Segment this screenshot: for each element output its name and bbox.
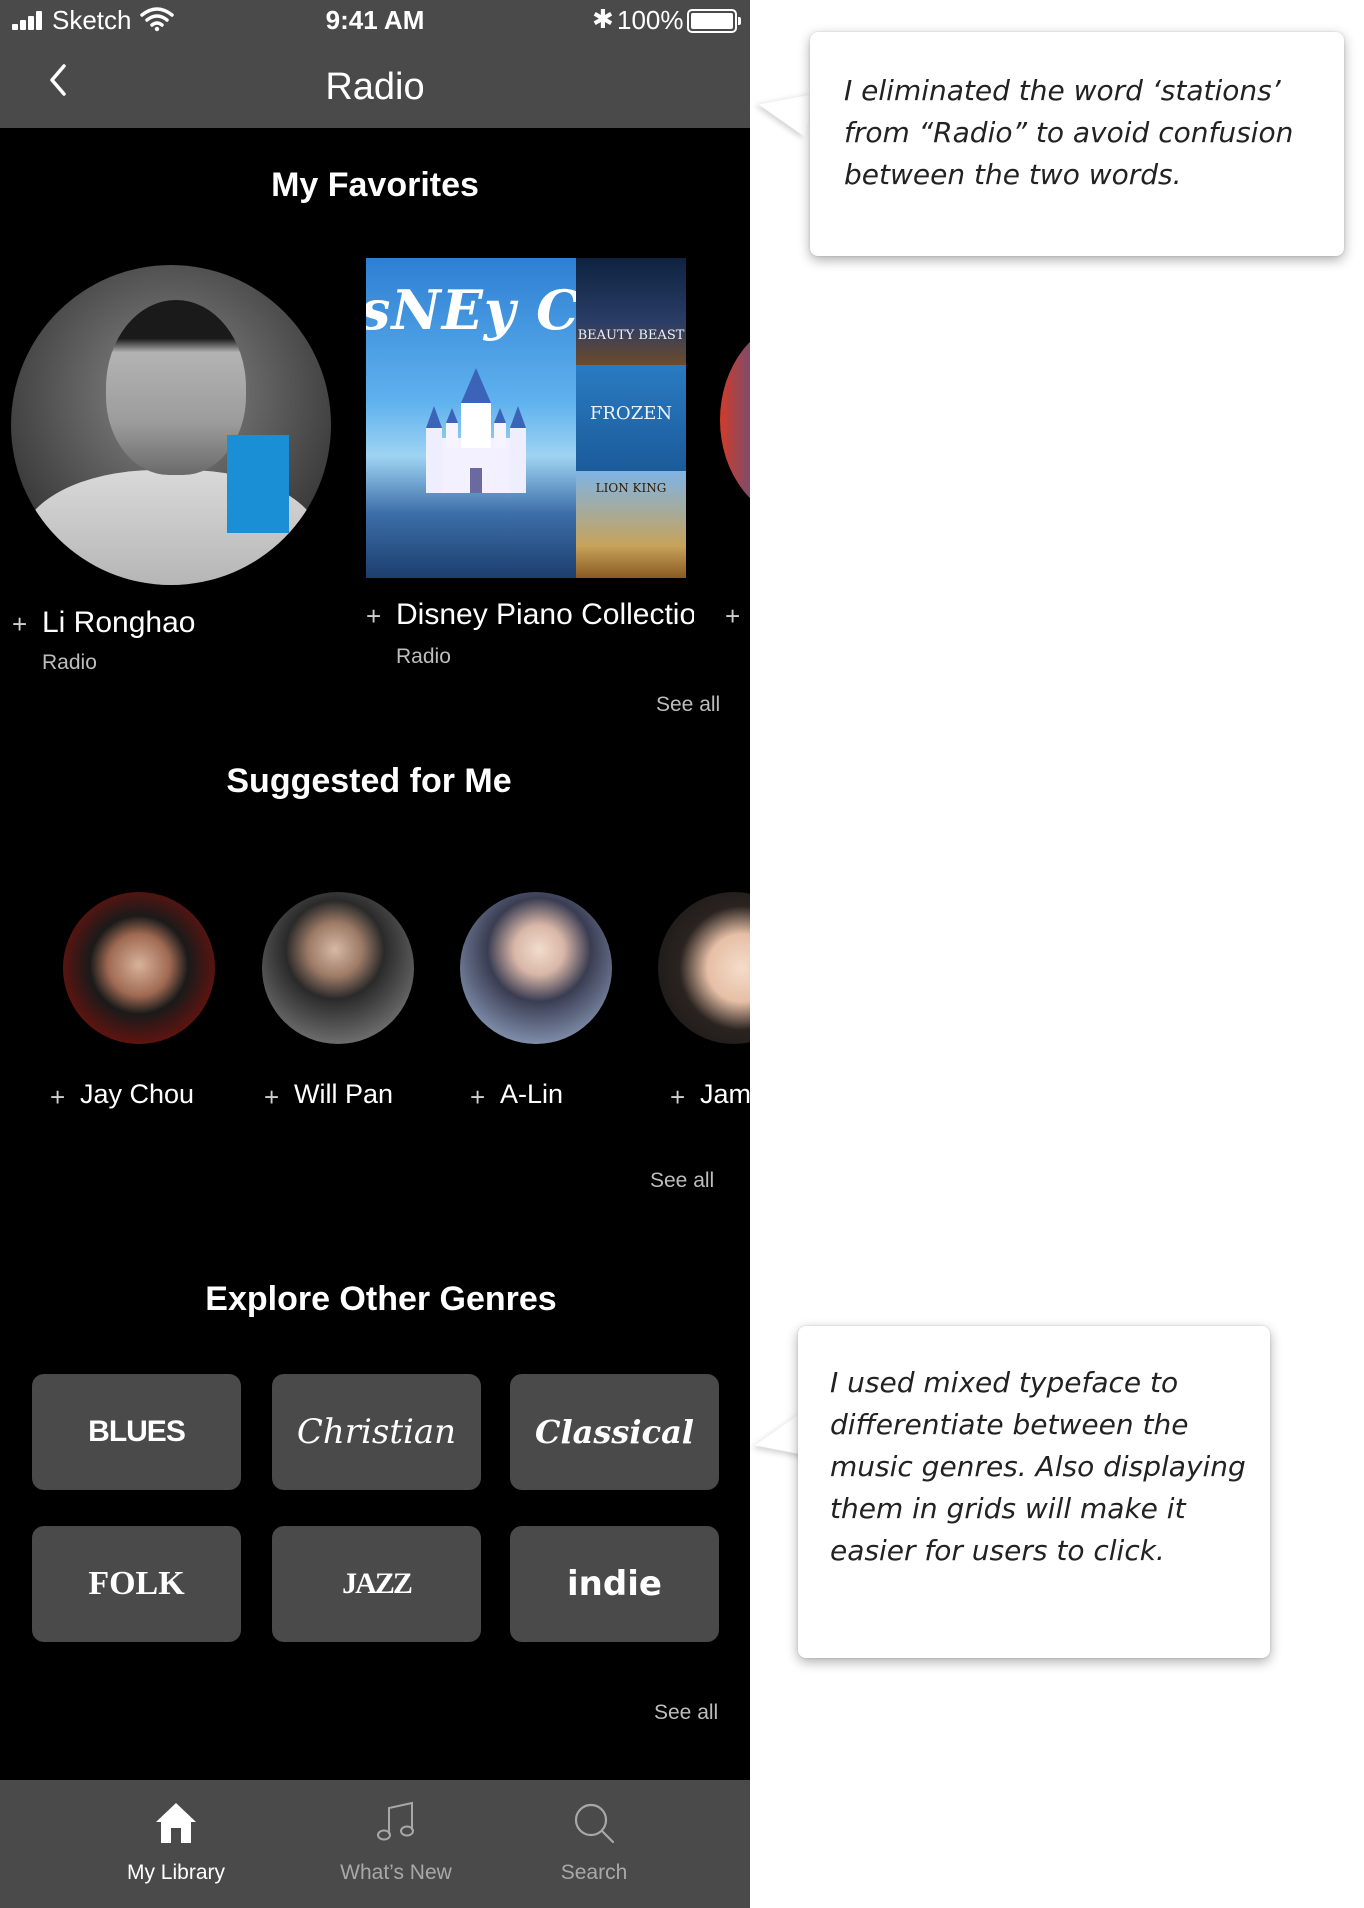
a-lin-avatar[interactable] bbox=[460, 892, 612, 1044]
page-title: Radio bbox=[325, 66, 425, 108]
suggested-see-all[interactable]: See all bbox=[650, 1169, 714, 1193]
search-icon bbox=[574, 1803, 615, 1844]
annotation-genres: I used mixed typeface to differentiate b… bbox=[798, 1326, 1270, 1658]
frozen-poster: FROZEN bbox=[576, 365, 686, 471]
artist-name[interactable]: Will Pan bbox=[294, 1079, 393, 1110]
favorite-name-clip: Disney Piano Collection bbox=[396, 598, 694, 638]
artist-name[interactable]: A-Lin bbox=[500, 1079, 563, 1110]
will-pan-avatar[interactable] bbox=[262, 892, 414, 1044]
disney-playlist-artwork[interactable]: sNEy CoLLE BEAUTY BEAST FROZEN bbox=[366, 258, 686, 578]
jay-chou-avatar[interactable] bbox=[63, 892, 215, 1044]
tab-label: What’s New bbox=[340, 1861, 452, 1884]
jam-avatar[interactable] bbox=[658, 892, 750, 1044]
add-icon[interactable]: + bbox=[670, 1082, 685, 1113]
genre-christian[interactable]: Christian bbox=[272, 1374, 481, 1490]
genre-jazz[interactable]: JAZZ bbox=[272, 1526, 481, 1642]
suggested-title: Suggested for Me bbox=[226, 762, 512, 800]
genres-title: Explore Other Genres bbox=[205, 1280, 557, 1318]
artist-name[interactable]: Jam bbox=[700, 1079, 750, 1110]
favorites-see-all[interactable]: See all bbox=[656, 693, 720, 717]
castle-icon bbox=[426, 368, 526, 493]
tab-whats-new[interactable]: What’s New bbox=[296, 1780, 496, 1908]
annotation-text: I used mixed typeface to differentiate b… bbox=[830, 1366, 1246, 1567]
castle-panel: sNEy CoLLE bbox=[366, 258, 686, 578]
add-icon[interactable]: + bbox=[366, 601, 381, 632]
add-icon[interactable]: + bbox=[50, 1082, 65, 1113]
tab-label: My Library bbox=[126, 1861, 226, 1884]
battery-percent: 100% bbox=[617, 5, 684, 35]
favorites-title: My Favorites bbox=[271, 166, 479, 204]
portrait-head bbox=[106, 300, 246, 475]
tab-bar: My Library What’s New Search bbox=[0, 1780, 750, 1908]
genre-indie[interactable]: indie bbox=[510, 1526, 719, 1642]
annotation-radio-title: I eliminated the word ‘stations’ from “R… bbox=[810, 32, 1344, 256]
genre-classical[interactable]: Classical bbox=[510, 1374, 719, 1490]
battery-icon bbox=[687, 9, 741, 33]
status-bar: Sketch 9:41 AM ✱ 100% bbox=[0, 0, 750, 40]
genre-folk[interactable]: FOLK bbox=[32, 1526, 241, 1642]
favorite-subtitle: Radio bbox=[42, 651, 97, 674]
genre-blues[interactable]: BLUES bbox=[32, 1374, 241, 1490]
bluetooth-icon: ✱ bbox=[592, 4, 614, 34]
add-icon[interactable]: + bbox=[470, 1082, 485, 1113]
music-note-icon bbox=[377, 1801, 414, 1841]
home-icon bbox=[156, 1803, 196, 1843]
genres-see-all[interactable]: See all bbox=[654, 1701, 718, 1725]
add-icon[interactable]: + bbox=[725, 601, 740, 632]
album-cover bbox=[227, 435, 289, 533]
favorite-name[interactable]: Li Ronghao bbox=[42, 606, 195, 640]
add-icon[interactable]: + bbox=[264, 1082, 279, 1113]
third-favorite-artwork[interactable] bbox=[720, 320, 750, 520]
favorite-subtitle: Radio bbox=[396, 645, 451, 668]
li-ronghao-artwork[interactable] bbox=[11, 265, 331, 585]
artist-name[interactable]: Jay Chou bbox=[80, 1079, 194, 1110]
annotation-text: I eliminated the word ‘stations’ from “R… bbox=[844, 74, 1294, 191]
phone-screen: Sketch 9:41 AM ✱ 100% Radio My Favorites… bbox=[0, 0, 750, 1908]
lion-king-poster: LION KING bbox=[576, 471, 686, 578]
add-icon[interactable]: + bbox=[12, 609, 27, 640]
beauty-beast-poster: BEAUTY BEAST bbox=[576, 258, 686, 365]
tab-my-library[interactable]: My Library bbox=[76, 1780, 276, 1908]
annotation-pointer bbox=[753, 83, 815, 137]
navigation-bar: Radio bbox=[0, 40, 750, 128]
tab-search[interactable]: Search bbox=[494, 1780, 694, 1908]
favorite-name[interactable]: Disney Piano Collection bbox=[396, 598, 694, 632]
tab-label: Search bbox=[560, 1861, 628, 1884]
